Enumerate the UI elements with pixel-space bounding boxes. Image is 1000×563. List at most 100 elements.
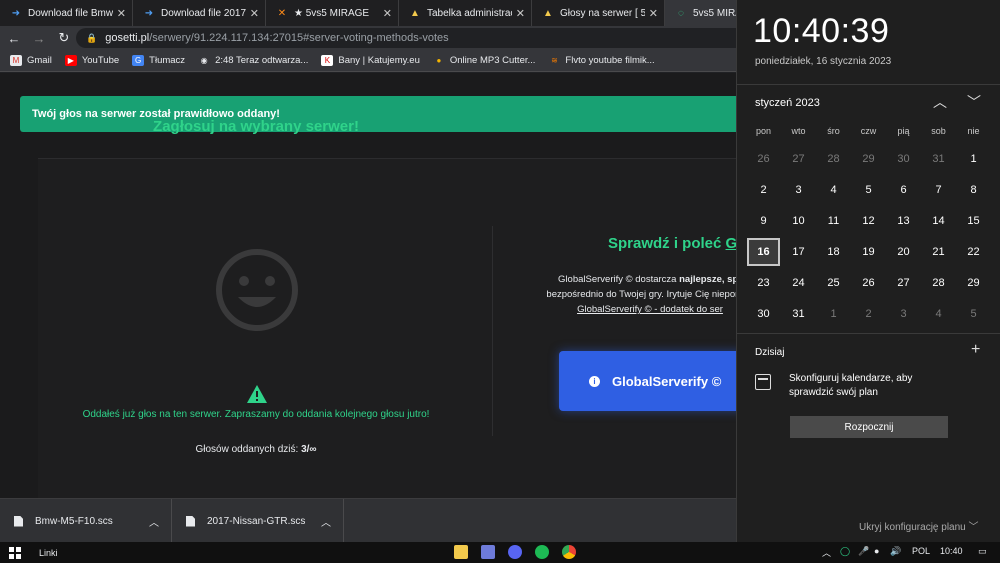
calendar-day[interactable]: 30 bbox=[747, 300, 780, 328]
calendar-day[interactable]: 14 bbox=[922, 207, 955, 235]
weekday-label: pią bbox=[897, 126, 910, 136]
tab-mirage[interactable]: ✕ ★ 5vs5 MIRAGE ✕ bbox=[266, 0, 399, 26]
calendar-day[interactable]: 11 bbox=[817, 207, 850, 235]
calendar-day[interactable]: 29 bbox=[957, 269, 990, 297]
calendar-day[interactable]: 28 bbox=[817, 145, 850, 173]
calendar-day[interactable]: 23 bbox=[747, 269, 780, 297]
steam-icon[interactable]: ● bbox=[874, 546, 879, 556]
calendar-day[interactable]: 3 bbox=[887, 300, 920, 328]
calendar-day[interactable]: 24 bbox=[782, 269, 815, 297]
calendar-day[interactable]: 29 bbox=[852, 145, 885, 173]
calendar-day[interactable]: 19 bbox=[852, 238, 885, 266]
notifications-icon[interactable]: ▭ bbox=[978, 546, 987, 557]
calendar-day[interactable]: 2 bbox=[747, 176, 780, 204]
calendar-day[interactable]: 5 bbox=[957, 300, 990, 328]
close-icon[interactable]: ✕ bbox=[250, 7, 259, 20]
calendar-icon bbox=[755, 374, 771, 390]
calendar-day[interactable]: 28 bbox=[922, 269, 955, 297]
bookmark-flvto[interactable]: ≋ Flvto youtube filmik... bbox=[548, 55, 655, 66]
forward-arrow-icon[interactable]: → bbox=[28, 27, 50, 49]
close-icon[interactable]: ✕ bbox=[649, 7, 658, 20]
download-item[interactable]: Bmw-M5-F10.scs ︿ bbox=[0, 499, 172, 543]
calendar-day[interactable]: 20 bbox=[887, 238, 920, 266]
windows-start-icon[interactable] bbox=[9, 546, 21, 559]
calendar-day[interactable]: 1 bbox=[957, 145, 990, 173]
back-arrow-icon[interactable]: ← bbox=[3, 27, 25, 49]
close-icon[interactable]: ✕ bbox=[117, 7, 126, 20]
chrome-icon[interactable] bbox=[562, 545, 576, 559]
bookmark-translate[interactable]: G Tłumacz bbox=[132, 55, 185, 66]
calendar-day[interactable]: 25 bbox=[817, 269, 850, 297]
calendar-day[interactable]: 10 bbox=[782, 207, 815, 235]
calendar-day[interactable]: 21 bbox=[922, 238, 955, 266]
calendar-day[interactable]: 4 bbox=[817, 176, 850, 204]
month-label[interactable]: styczeń 2023 bbox=[755, 97, 820, 109]
calendar-day[interactable]: 8 bbox=[957, 176, 990, 204]
calendar-day[interactable]: 6 bbox=[887, 176, 920, 204]
calendar-day-today[interactable]: 16 bbox=[747, 238, 780, 266]
bookmark-gmail[interactable]: M Gmail bbox=[10, 55, 52, 66]
today-label: Dzisiaj bbox=[755, 347, 785, 358]
microphone-icon[interactable]: 🎤 bbox=[858, 546, 869, 557]
bookmark-now-playing[interactable]: ◉ 2:48 Teraz odtwarza... bbox=[198, 55, 309, 66]
calendar-day[interactable]: 12 bbox=[852, 207, 885, 235]
bookmark-katujemy[interactable]: K Bany | Katujemy.eu bbox=[321, 55, 420, 66]
globalserverify-button[interactable]: i GlobalServerify © bbox=[559, 351, 759, 411]
tray-app-icon[interactable]: ◯ bbox=[840, 546, 850, 557]
close-icon[interactable]: ✕ bbox=[516, 7, 525, 20]
address-bar[interactable]: 🔒 gosetti.pl/serwery/91.224.117.134:2701… bbox=[76, 28, 756, 48]
hide-agenda-link[interactable]: Ukryj konfigurację planu ﹀ bbox=[859, 518, 979, 533]
calendar-day[interactable]: 31 bbox=[782, 300, 815, 328]
calendar-day[interactable]: 22 bbox=[957, 238, 990, 266]
promo-addon-link[interactable]: GlobalServerify © - dodatek do ser bbox=[577, 304, 723, 315]
calendar-day[interactable]: 1 bbox=[817, 300, 850, 328]
tab-download-nissan[interactable]: ➜ Download file 2017-Nissan ✕ bbox=[133, 0, 266, 26]
tab-title: Głosy na serwer [ 5V5 bbox=[560, 7, 645, 19]
calendar-day[interactable]: 13 bbox=[887, 207, 920, 235]
links-toolbar[interactable]: Linki bbox=[39, 548, 58, 558]
already-voted-message: Oddałeś już głos na ten serwer. Zaprasza… bbox=[82, 409, 430, 420]
chevron-down-icon[interactable]: ﹀ bbox=[967, 92, 981, 110]
calendar-day[interactable]: 7 bbox=[922, 176, 955, 204]
calendar-day[interactable]: 31 bbox=[922, 145, 955, 173]
calendar-day[interactable]: 30 bbox=[887, 145, 920, 173]
tray-chevron-icon[interactable]: ︿ bbox=[822, 546, 831, 559]
weekday-label: sob bbox=[931, 126, 946, 136]
store-icon[interactable] bbox=[481, 545, 495, 559]
calendar-day[interactable]: 3 bbox=[782, 176, 815, 204]
calendar-day[interactable]: 26 bbox=[747, 145, 780, 173]
taskbar-clock[interactable]: 10:40 bbox=[940, 546, 963, 556]
full-date[interactable]: poniedziałek, 16 stycznia 2023 bbox=[755, 56, 891, 67]
spotify-icon[interactable] bbox=[535, 545, 549, 559]
calendar-day[interactable]: 2 bbox=[852, 300, 885, 328]
calendar-day[interactable]: 26 bbox=[852, 269, 885, 297]
tab-warning-icon: ▲ bbox=[410, 7, 420, 19]
bookmark-youtube[interactable]: ▶ YouTube bbox=[64, 55, 119, 66]
calendar-day[interactable]: 27 bbox=[782, 145, 815, 173]
volume-icon[interactable]: 🔊 bbox=[890, 546, 901, 557]
tab-download-bmw[interactable]: ➜ Download file Bmw-M5 ✕ bbox=[0, 0, 133, 26]
tab-votes[interactable]: ▲ Głosy na serwer [ 5V5 ✕ bbox=[532, 0, 665, 26]
calendar-day[interactable]: 4 bbox=[922, 300, 955, 328]
mp3-cutter-icon: ● bbox=[436, 56, 442, 65]
start-button[interactable]: Rozpocznij bbox=[790, 416, 948, 438]
reload-icon[interactable]: ↻ bbox=[53, 27, 75, 49]
bookmark-mp3-cutter[interactable]: ● Online MP3 Cutter... bbox=[433, 55, 535, 66]
language-indicator[interactable]: POL bbox=[912, 546, 930, 556]
close-icon[interactable]: ✕ bbox=[383, 7, 392, 20]
calendar-day[interactable]: 27 bbox=[887, 269, 920, 297]
file-explorer-icon[interactable] bbox=[454, 545, 468, 559]
chevron-up-icon[interactable]: ︿ bbox=[933, 92, 947, 110]
discord-icon[interactable] bbox=[508, 545, 522, 559]
calendar-day[interactable]: 18 bbox=[817, 238, 850, 266]
chevron-up-icon[interactable]: ︿ bbox=[321, 514, 331, 529]
chevron-up-icon[interactable]: ︿ bbox=[149, 514, 159, 529]
calendar-day[interactable]: 15 bbox=[957, 207, 990, 235]
promo-title: Sprawdź i poleć G bbox=[608, 235, 738, 252]
calendar-day[interactable]: 5 bbox=[852, 176, 885, 204]
download-item[interactable]: 2017-Nissan-GTR.scs ︿ bbox=[172, 499, 344, 543]
tab-admin-table[interactable]: ▲ Tabelka administracji ✕ bbox=[399, 0, 532, 26]
calendar-day[interactable]: 9 bbox=[747, 207, 780, 235]
add-event-icon[interactable]: + bbox=[971, 341, 980, 359]
calendar-day[interactable]: 17 bbox=[782, 238, 815, 266]
